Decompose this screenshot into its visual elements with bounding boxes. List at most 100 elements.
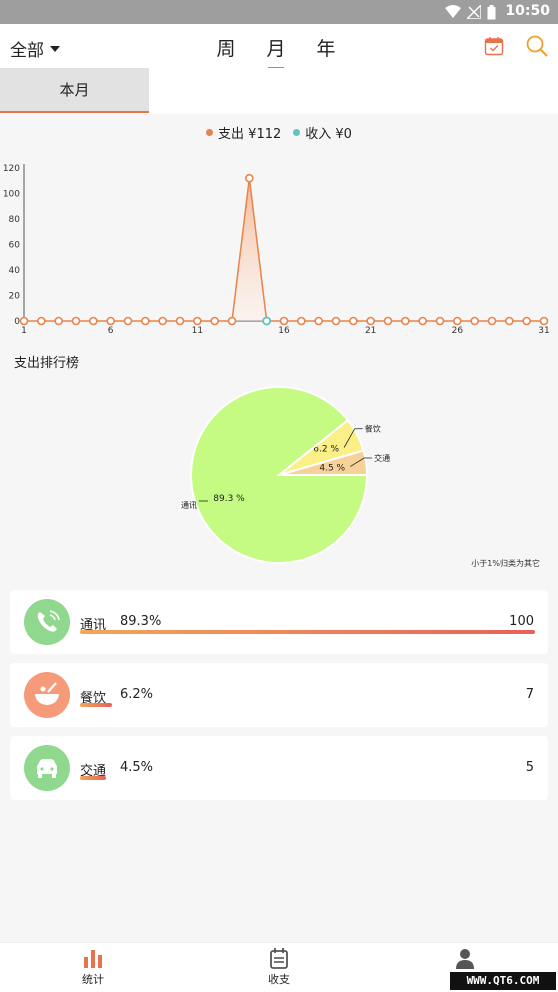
y-tick-label: 60 <box>9 241 21 251</box>
tab-week[interactable]: 周 <box>214 34 238 69</box>
legend-income-label: 收入 ¥0 <box>305 127 352 142</box>
expense-point <box>401 316 410 326</box>
expense-point <box>37 316 46 326</box>
wifi-icon <box>445 5 461 18</box>
chart-icon <box>84 950 102 968</box>
expense-point <box>297 316 306 326</box>
rank-amount: 100 <box>509 614 534 629</box>
app-bar: 全部 周 月 年 <box>0 24 558 69</box>
status-icons <box>445 4 496 20</box>
expense-point <box>539 316 549 326</box>
expense-point <box>245 173 254 183</box>
caret-down-icon <box>50 45 60 52</box>
expense-point <box>349 316 358 326</box>
expense-point <box>279 316 289 326</box>
expense-point <box>470 316 479 326</box>
expense-point <box>383 316 393 326</box>
expense-point <box>54 316 63 326</box>
calendar-icon[interactable] <box>484 36 504 56</box>
expense-point <box>522 316 531 326</box>
x-tick-label: 1 <box>21 326 27 336</box>
income-point <box>262 316 272 326</box>
y-tick-label: 120 <box>3 164 20 174</box>
expense-pie-chart: 4.5 % 交通 6.2 % 餐饮 89.3 % 通讯 <box>181 386 390 564</box>
rank-percent: 6.2% <box>120 687 154 702</box>
expense-point <box>106 316 115 326</box>
nav-label: 统计 <box>82 973 104 986</box>
signal-icon <box>467 5 481 19</box>
rank-progress-bar <box>80 776 106 780</box>
rank-progress-bar <box>80 703 112 707</box>
expense-point <box>141 316 150 326</box>
search-icon[interactable] <box>525 34 549 58</box>
status-time: 10:50 <box>505 3 550 19</box>
expense-point <box>505 316 514 326</box>
expense-point <box>175 316 185 326</box>
legend-income[interactable]: 收入 ¥0 <box>293 123 352 142</box>
chart-legend: 支出 ¥112 收入 ¥0 <box>0 123 558 142</box>
pie-name-label: 餐饮 <box>365 424 381 434</box>
rank-item-telecom[interactable]: 通讯 89.3% 100 <box>10 590 548 654</box>
expense-line <box>24 178 544 322</box>
nav-ledger[interactable]: 收支 <box>249 947 309 987</box>
expense-point <box>331 316 341 326</box>
ranking-title: 支出排行榜 <box>14 356 80 371</box>
pie-percent-label: 4.5 % <box>319 464 345 474</box>
expense-point <box>227 316 237 326</box>
x-tick-label: 26 <box>452 326 464 336</box>
sub-tabs: 本月 <box>0 68 558 114</box>
expense-point <box>487 316 497 326</box>
tab-year[interactable]: 年 <box>314 34 338 69</box>
expense-point <box>418 316 427 326</box>
y-tick-label: 0 <box>14 317 20 327</box>
expense-point <box>435 316 445 326</box>
nav-label: 收支 <box>268 973 290 986</box>
x-tick-label: 31 <box>538 326 549 336</box>
rank-amount: 7 <box>525 687 534 702</box>
y-tick-label: 80 <box>9 215 21 225</box>
y-tick-label: 20 <box>9 292 21 302</box>
y-tick-label: 40 <box>9 266 21 276</box>
car-icon <box>24 745 70 791</box>
watermark: WWW.QT6.COM <box>450 972 556 990</box>
x-tick-label: 6 <box>108 326 114 336</box>
legend-expense[interactable]: 支出 ¥112 <box>206 123 281 142</box>
legend-expense-dot <box>206 129 214 136</box>
expense-area <box>24 178 544 321</box>
expense-point <box>453 316 462 326</box>
category-filter-label: 全部 <box>10 41 44 61</box>
pie-note: 小于1%归类为其它 <box>471 559 540 568</box>
pie-percent-label: 6.2 % <box>313 444 339 454</box>
battery-icon <box>487 4 496 19</box>
rank-item-transport[interactable]: 交通 4.5% 5 <box>10 736 548 800</box>
period-tabs: 周 月 年 <box>214 34 338 69</box>
bowl-icon <box>24 672 70 718</box>
phone-icon <box>24 599 70 645</box>
expense-point <box>89 316 98 326</box>
pie-name-label: 通讯 <box>181 500 197 510</box>
rank-amount: 5 <box>525 760 534 775</box>
expense-point <box>158 316 167 326</box>
expense-point <box>123 316 133 326</box>
tab-month[interactable]: 月 <box>264 34 288 69</box>
rank-item-dining[interactable]: 餐饮 6.2% 7 <box>10 663 548 727</box>
y-tick-label: 100 <box>3 190 20 200</box>
x-tick-label: 11 <box>192 326 203 336</box>
expense-point <box>314 316 323 326</box>
pie-name-label: 交通 <box>374 453 390 463</box>
status-bar: 10:50 <box>0 0 558 24</box>
expense-point <box>210 316 219 326</box>
category-filter-dropdown[interactable]: 全部 <box>10 36 60 61</box>
nav-statistics[interactable]: 统计 <box>63 947 123 987</box>
daily-line-chart: 0204060801001201 6 11 16 21 26 31 <box>3 164 550 336</box>
pie-slice-telecom <box>190 386 369 564</box>
tab-this-month[interactable]: 本月 <box>0 68 149 113</box>
pie-percent-label: 89.3 % <box>213 494 245 504</box>
user-icon <box>456 949 474 969</box>
rank-percent: 89.3% <box>120 614 162 629</box>
expense-point <box>193 316 202 326</box>
x-tick-label: 21 <box>365 326 376 336</box>
legend-expense-label: 支出 ¥112 <box>218 127 282 142</box>
expense-point <box>71 316 81 326</box>
rank-progress-bar <box>80 630 535 634</box>
